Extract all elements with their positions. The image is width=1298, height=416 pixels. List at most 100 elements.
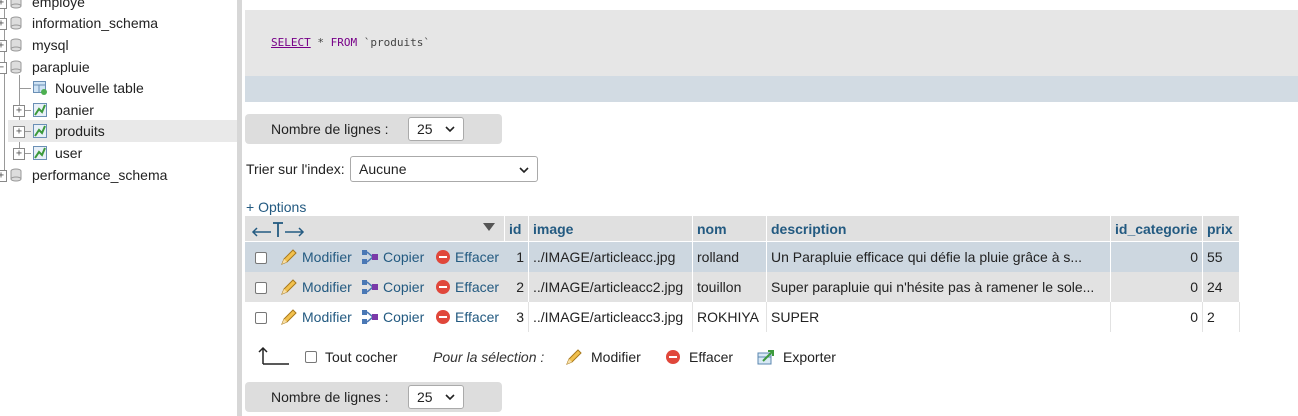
table-icon (33, 124, 47, 138)
tree-item-parapluie[interactable]: − parapluie (0, 56, 237, 78)
cell-prix[interactable]: 55 (1203, 242, 1240, 272)
bulk-delete-button[interactable]: Effacer (665, 340, 733, 374)
table-row: Modifier Copier Effacer 1 ../IMAGE/artic… (245, 242, 1240, 272)
cell-description[interactable]: Un Parapluie efficace qui défie la pluie… (767, 242, 1111, 272)
bulk-edit-button[interactable]: Modifier (565, 340, 641, 374)
cell-description[interactable]: SUPER (767, 302, 1111, 332)
tree-item-label: Nouvelle table (55, 80, 144, 96)
options-link[interactable]: + Options (246, 199, 306, 215)
cell-image[interactable]: ../IMAGE/articleacc2.jpg (529, 272, 693, 302)
tree-item-mysql[interactable]: + mysql (0, 34, 237, 56)
edit-button[interactable]: Modifier (280, 242, 352, 272)
tree-item-new-table[interactable]: Nouvelle table (0, 77, 237, 99)
tree-item-label: parapluie (32, 59, 90, 75)
rows-per-page-panel-bottom: Nombre de lignes : 25 (245, 382, 502, 412)
copy-button[interactable]: Copier (361, 242, 424, 272)
cell-id[interactable]: 3 (505, 302, 529, 332)
expand-icon[interactable]: + (0, 0, 7, 9)
cell-prix[interactable]: 2 (1203, 302, 1240, 332)
database-icon (10, 60, 22, 74)
tree-item-user[interactable]: + user (0, 142, 237, 164)
tree-item-label: employe (32, 0, 85, 10)
tree-line (19, 88, 31, 89)
rows-per-page-select[interactable]: 25 (408, 385, 464, 409)
tree-item-label: performance_schema (32, 167, 168, 183)
delete-icon (436, 250, 450, 264)
delete-icon (666, 350, 680, 364)
row-checkbox[interactable] (255, 282, 267, 294)
cell-nom[interactable]: rolland (693, 242, 767, 272)
cell-nom[interactable]: touillon (693, 272, 767, 302)
bulk-export-button[interactable]: Exporter (757, 340, 836, 374)
cell-id[interactable]: 2 (505, 272, 529, 302)
delete-button[interactable]: Effacer (435, 302, 499, 332)
database-icon (10, 168, 22, 182)
column-header-image[interactable]: image (529, 216, 693, 241)
cell-nom[interactable]: ROKHIYA (693, 302, 767, 332)
tree-item-label: produits (55, 123, 105, 139)
navigation-tree: + employe + information_schema + mysql −… (0, 0, 237, 416)
database-icon (10, 0, 22, 9)
expand-icon[interactable]: + (13, 105, 25, 117)
copy-icon (362, 250, 378, 264)
chevron-down-icon (445, 394, 455, 401)
cell-image[interactable]: ../IMAGE/articleacc.jpg (529, 242, 693, 272)
check-all-toggle[interactable]: Tout cocher (305, 340, 397, 374)
tree-item-performance-schema[interactable]: + performance_schema (0, 164, 237, 186)
copy-button[interactable]: Copier (361, 302, 424, 332)
column-resize-arrows-icon[interactable] (251, 220, 305, 238)
expand-icon[interactable]: + (13, 148, 25, 160)
rows-per-page-value: 25 (417, 121, 433, 137)
cell-id[interactable]: 1 (505, 242, 529, 272)
column-header-prix[interactable]: prix (1203, 216, 1240, 241)
copy-icon (362, 310, 378, 324)
sql-keyword-select[interactable]: SELECT (271, 36, 311, 49)
check-all-checkbox[interactable] (305, 351, 317, 363)
sql-table-name: `produits` (363, 36, 430, 49)
pencil-icon (281, 279, 297, 295)
table-icon (33, 146, 47, 160)
edit-button[interactable]: Modifier (280, 272, 352, 302)
export-icon (757, 350, 774, 365)
cell-description[interactable]: Super parapluie qui n'hésite pas à ramen… (767, 272, 1111, 302)
tree-item-panier[interactable]: + panier (0, 99, 237, 121)
sort-index-value: Aucune (359, 161, 407, 177)
expand-icon[interactable]: + (0, 170, 7, 182)
column-header-nom[interactable]: nom (693, 216, 767, 241)
collapse-icon[interactable]: − (0, 62, 7, 74)
edit-button[interactable]: Modifier (280, 302, 352, 332)
column-header-id[interactable]: id (505, 216, 529, 241)
delete-button[interactable]: Effacer (435, 242, 499, 272)
tree-line (25, 131, 31, 132)
new-table-icon (33, 81, 47, 95)
sql-star: * (317, 36, 324, 49)
row-checkbox[interactable] (255, 252, 267, 264)
rows-per-page-select[interactable]: 25 (408, 117, 464, 141)
rows-per-page-label: Nombre de lignes : (271, 389, 389, 405)
copy-button[interactable]: Copier (361, 272, 424, 302)
cell-id-categorie[interactable]: 0 (1111, 272, 1203, 302)
tree-item-produits[interactable]: + produits (8, 120, 237, 142)
expand-icon[interactable]: + (0, 18, 7, 30)
pencil-icon (281, 249, 297, 265)
tree-item-information-schema[interactable]: + information_schema (0, 12, 237, 34)
column-header-id-categorie[interactable]: id_categorie (1111, 216, 1203, 241)
row-checkbox[interactable] (255, 312, 267, 324)
rows-per-page-value: 25 (417, 389, 433, 405)
cell-id-categorie[interactable]: 0 (1111, 242, 1203, 272)
rows-per-page-label: Nombre de lignes : (271, 121, 389, 137)
cell-id-categorie[interactable]: 0 (1111, 302, 1203, 332)
expand-icon[interactable]: + (0, 40, 7, 52)
sort-index-select[interactable]: Aucune (350, 156, 538, 182)
tree-item-label: mysql (32, 37, 69, 53)
sort-menu-icon[interactable] (483, 223, 495, 231)
column-header-description[interactable]: description (767, 216, 1111, 241)
table-row: Modifier Copier Effacer 2 ../IMAGE/artic… (245, 272, 1240, 302)
cell-image[interactable]: ../IMAGE/articleacc3.jpg (529, 302, 693, 332)
table-icon (33, 103, 47, 117)
cell-prix[interactable]: 24 (1203, 272, 1240, 302)
delete-button[interactable]: Effacer (435, 272, 499, 302)
selection-action-bar: Tout cocher Pour la sélection : Modifier… (245, 340, 945, 374)
rows-per-page-panel-top: Nombre de lignes : 25 (245, 114, 502, 144)
expand-icon[interactable]: + (13, 126, 25, 138)
